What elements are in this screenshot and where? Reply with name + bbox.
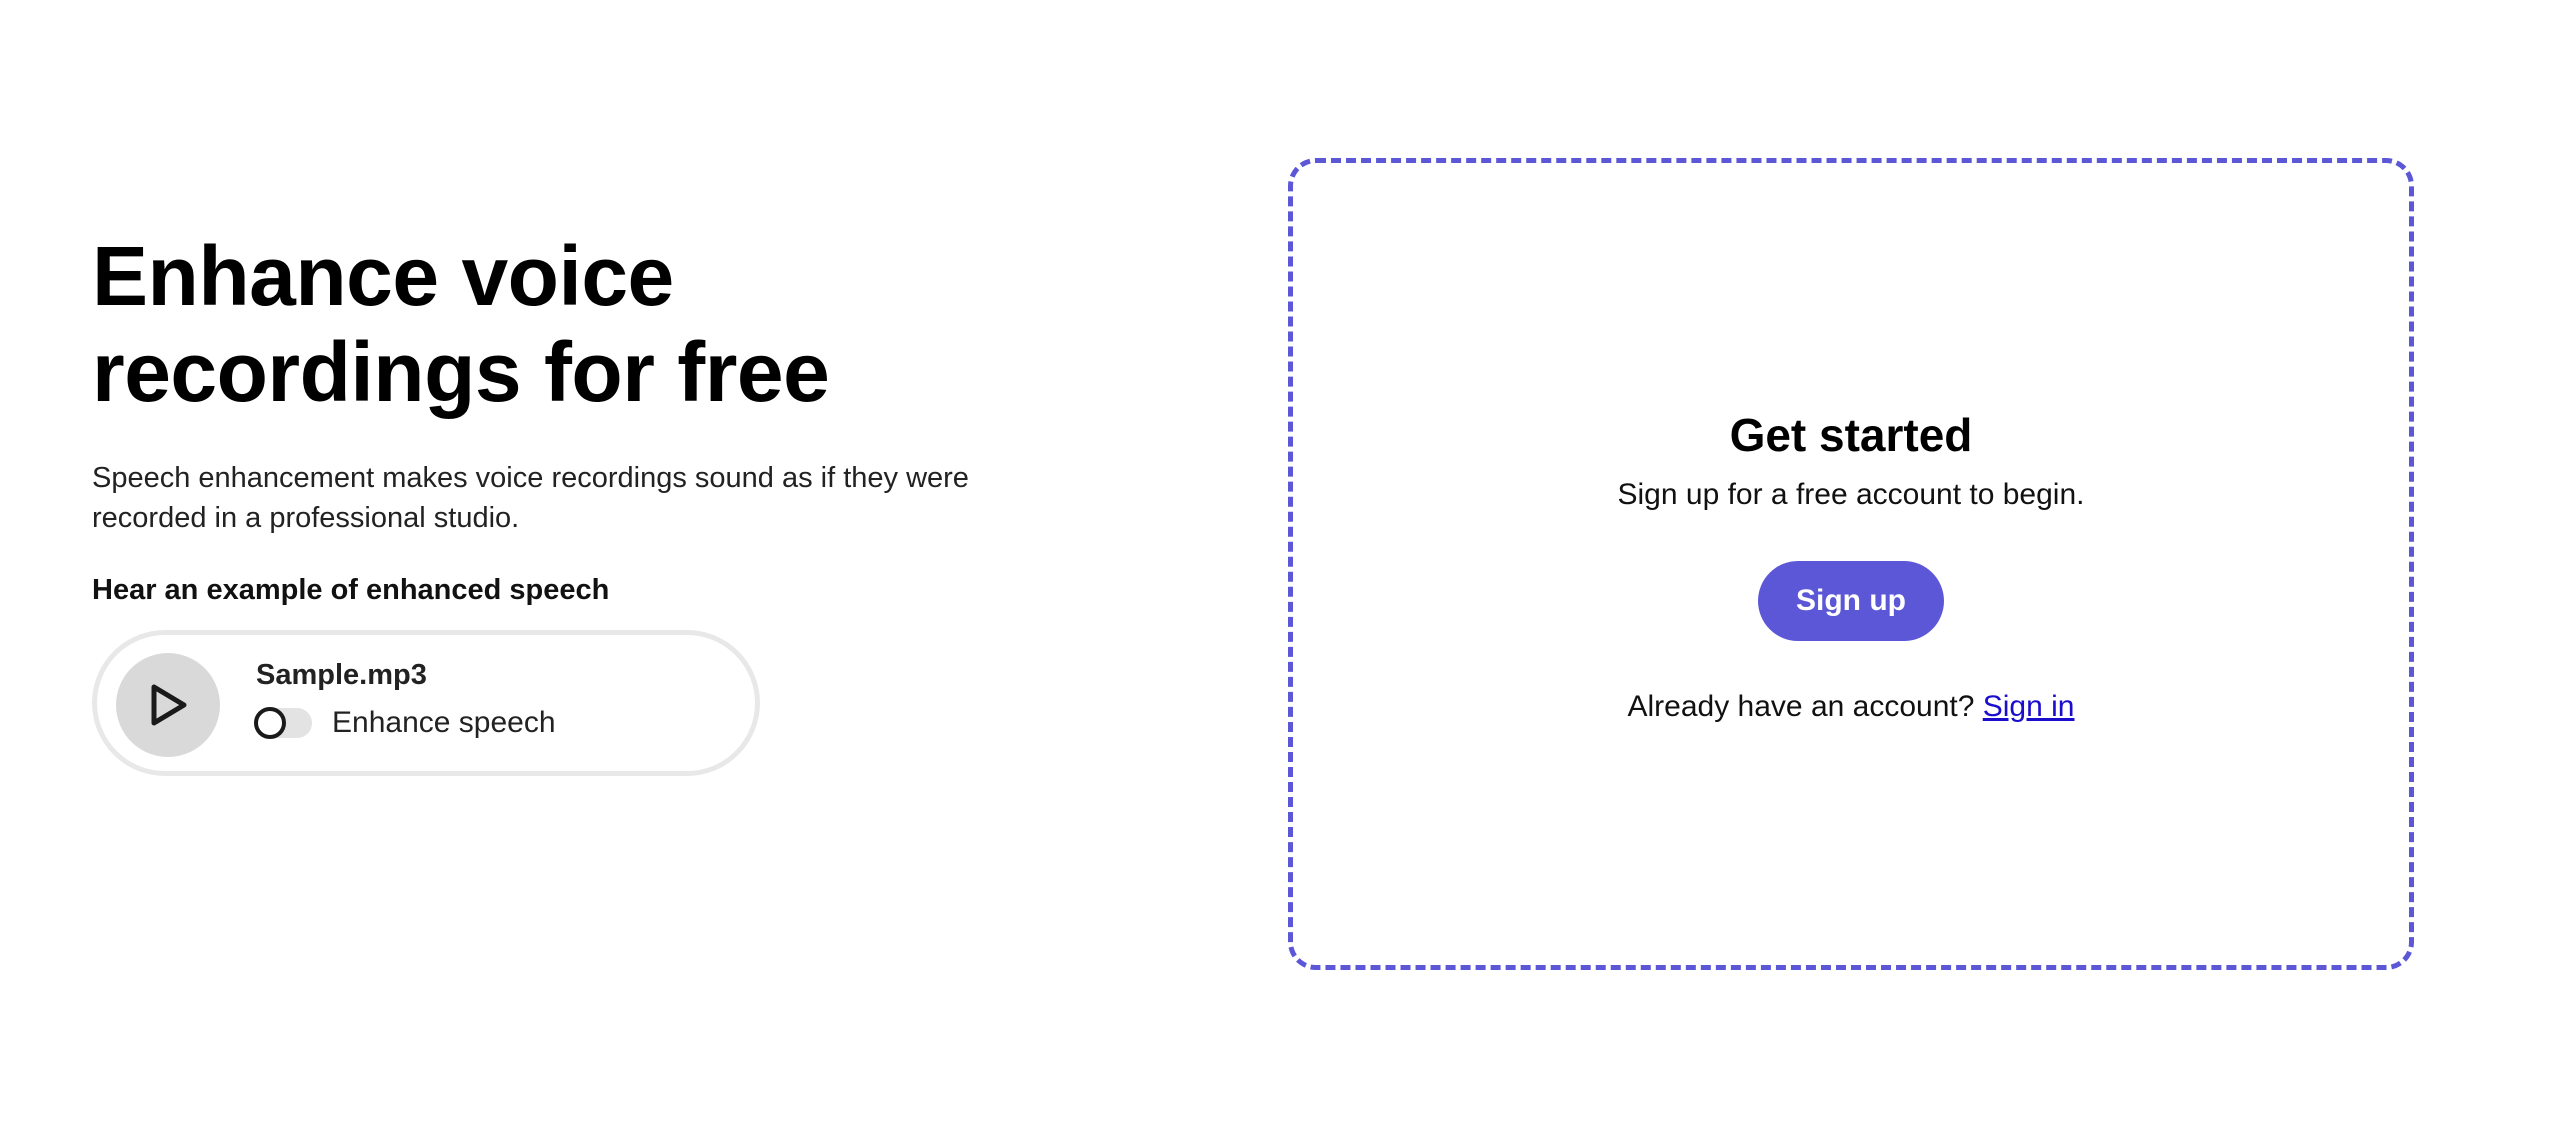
example-label: Hear an example of enhanced speech [92, 574, 610, 606]
toggle-knob [254, 707, 286, 739]
enhance-speech-label: Enhance speech [332, 706, 556, 739]
sign-in-prompt-line: Already have an account? Sign in [1293, 687, 2409, 727]
signup-panel-content: Get started Sign up for a free account t… [1293, 407, 2409, 727]
audio-sample-card: Sample.mp3 Enhance speech [92, 630, 760, 776]
panel-subtitle: Sign up for a free account to begin. [1617, 478, 2085, 511]
enhance-speech-toggle[interactable] [254, 707, 312, 739]
hero-description: Speech enhancement makes voice recording… [92, 462, 969, 534]
play-button[interactable] [116, 653, 220, 757]
sign-in-prompt: Already have an account? [1627, 690, 1975, 723]
page: Enhance voice recordings for free Speech… [0, 0, 2558, 1146]
panel-title: Get started [1729, 409, 1973, 461]
enhance-speech-row: Enhance speech [254, 705, 556, 741]
signup-panel: Get started Sign up for a free account t… [1288, 158, 2414, 970]
sign-up-button[interactable]: Sign up [1758, 561, 1944, 641]
sample-file-name: Sample.mp3 [256, 659, 427, 691]
sign-in-link[interactable]: Sign in [1983, 690, 2075, 723]
play-icon [151, 684, 187, 726]
hero-section: Enhance voice recordings for free Speech… [92, 228, 1092, 776]
page-title: Enhance voice recordings for free [92, 229, 830, 419]
